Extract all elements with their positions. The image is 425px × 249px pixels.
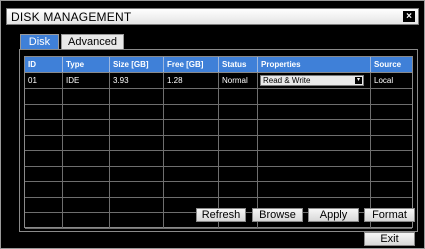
table-cell-empty: [258, 135, 371, 150]
apply-button[interactable]: Apply: [308, 208, 359, 222]
table-cell-empty: [110, 213, 164, 228]
table-cell-empty: [164, 166, 219, 181]
title-bar: DISK MANAGEMENT ×: [6, 8, 419, 25]
table-cell-empty: [110, 197, 164, 212]
table-cell-empty: [164, 89, 219, 104]
table-cell-empty: [25, 135, 63, 150]
cell-free: 1.28: [164, 73, 219, 88]
table-cell-empty: [219, 89, 258, 104]
close-icon[interactable]: ×: [403, 11, 415, 22]
column-header-properties: Properties: [258, 57, 371, 72]
table-cell-empty: [164, 104, 219, 119]
table-cell-empty: [110, 104, 164, 119]
disk-management-window: DISK MANAGEMENT × Disk Advanced ID Type …: [0, 0, 425, 249]
tab-advanced[interactable]: Advanced: [61, 34, 124, 49]
exit-button[interactable]: Exit: [364, 232, 415, 246]
table-row-empty[interactable]: [25, 151, 412, 167]
cell-properties: Read & Write ▾: [258, 73, 371, 88]
column-header-free: Free [GB]: [164, 57, 219, 72]
table-cell-empty: [258, 182, 371, 197]
table-cell-empty: [258, 120, 371, 135]
table-row-empty[interactable]: [25, 89, 412, 105]
table-cell-empty: [164, 182, 219, 197]
table-cell-empty: [258, 89, 371, 104]
table-cell-empty: [219, 182, 258, 197]
table-cell-empty: [63, 135, 110, 150]
table-cell-empty: [25, 120, 63, 135]
table-cell-empty: [371, 136, 412, 151]
table-row-empty[interactable]: [25, 166, 412, 182]
table-cell-empty: [63, 213, 110, 228]
table-cell-empty: [110, 89, 164, 104]
table-row-empty[interactable]: [25, 135, 412, 151]
table-cell-empty: [25, 213, 63, 228]
column-header-status: Status: [219, 57, 258, 72]
table-cell-empty: [258, 151, 371, 166]
cell-size: 3.93: [110, 73, 164, 88]
table-cell-empty: [63, 151, 110, 166]
column-header-size: Size [GB]: [110, 57, 164, 72]
table-row[interactable]: 01 IDE 3.93 1.28 Normal Read & Write ▾ L…: [25, 73, 412, 89]
table-cell-empty: [25, 104, 63, 119]
window-title: DISK MANAGEMENT: [11, 10, 132, 24]
table-cell-empty: [164, 151, 219, 166]
table-cell-empty: [110, 120, 164, 135]
table-cell-empty: [164, 120, 219, 135]
format-button[interactable]: Format: [364, 208, 415, 222]
table-cell-empty: [63, 89, 110, 104]
table-cell-empty: [219, 166, 258, 181]
table-cell-empty: [219, 120, 258, 135]
table-cell-empty: [63, 104, 110, 119]
column-header-type: Type: [63, 57, 110, 72]
table-cell-empty: [371, 105, 412, 120]
table-cell-empty: [258, 166, 371, 181]
table-cell-empty: [25, 182, 63, 197]
cell-type: IDE: [63, 73, 110, 88]
column-header-source: Source: [374, 60, 402, 69]
tab-disk[interactable]: Disk: [20, 34, 59, 49]
table-cell-empty: [25, 151, 63, 166]
disk-table: ID Type Size [GB] Free [GB] Status Prope…: [24, 56, 413, 229]
properties-dropdown[interactable]: Read & Write ▾: [260, 75, 364, 86]
table-cell-empty: [25, 197, 63, 212]
table-cell-empty: [63, 166, 110, 181]
table-cell-empty: [371, 89, 412, 104]
table-cell-empty: [63, 120, 110, 135]
table-row-empty[interactable]: [25, 120, 412, 136]
properties-dropdown-value: Read & Write: [263, 76, 311, 85]
browse-button[interactable]: Browse: [252, 208, 303, 222]
table-cell-empty: [371, 151, 412, 166]
table-cell-empty: [63, 182, 110, 197]
disk-panel: ID Type Size [GB] Free [GB] Status Prope…: [19, 49, 418, 232]
table-cell-empty: [371, 167, 412, 182]
table-cell-empty: [25, 89, 63, 104]
table-row-empty[interactable]: [25, 104, 412, 120]
table-header-row: ID Type Size [GB] Free [GB] Status Prope…: [25, 57, 412, 73]
table-cell-empty: [219, 104, 258, 119]
table-cell-empty: [219, 151, 258, 166]
table-cell-empty: [25, 166, 63, 181]
table-cell-empty: [110, 182, 164, 197]
table-cell-empty: [110, 151, 164, 166]
table-cell-empty: [164, 135, 219, 150]
chevron-down-icon[interactable]: ▾: [355, 77, 362, 84]
refresh-button[interactable]: Refresh: [196, 208, 246, 222]
table-cell-empty: [258, 104, 371, 119]
column-header-id: ID: [25, 57, 63, 72]
cell-source: Local: [374, 76, 394, 85]
cell-id: 01: [25, 73, 63, 88]
table-cell-empty: [371, 182, 412, 197]
cell-status: Normal: [219, 73, 258, 88]
table-cell-empty: [219, 135, 258, 150]
table-cell-empty: [371, 120, 412, 135]
table-row-empty[interactable]: [25, 182, 412, 198]
table-cell-empty: [63, 197, 110, 212]
table-cell-empty: [110, 135, 164, 150]
table-cell-empty: [110, 166, 164, 181]
